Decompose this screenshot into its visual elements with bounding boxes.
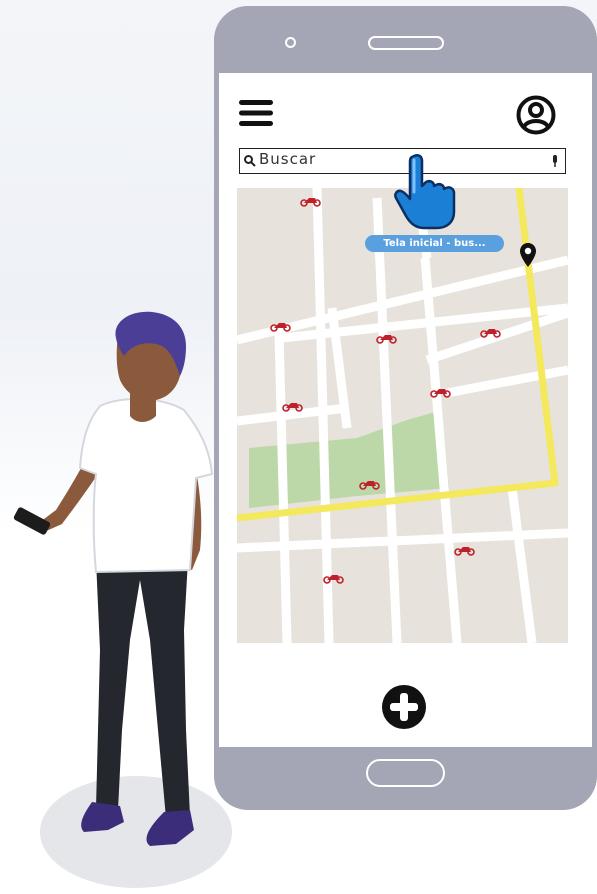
front-camera [285,37,296,48]
person-illustration [13,311,232,888]
search-input[interactable]: Buscar [259,150,316,168]
handheld-phone [13,507,51,535]
plus-circle-icon[interactable] [381,684,427,730]
phone-speaker [368,36,444,50]
location-pin-icon[interactable] [519,242,537,268]
home-button[interactable] [366,759,445,787]
map-tooltip: Tela inicial - bus... [365,235,504,252]
magnifier-icon [244,155,256,167]
microphone-icon[interactable] [550,154,560,168]
floor-shadow [40,776,232,888]
hamburger-menu-icon[interactable] [239,98,273,128]
pointing-hand-cursor-icon [394,153,456,230]
user-profile-icon[interactable] [516,95,556,135]
